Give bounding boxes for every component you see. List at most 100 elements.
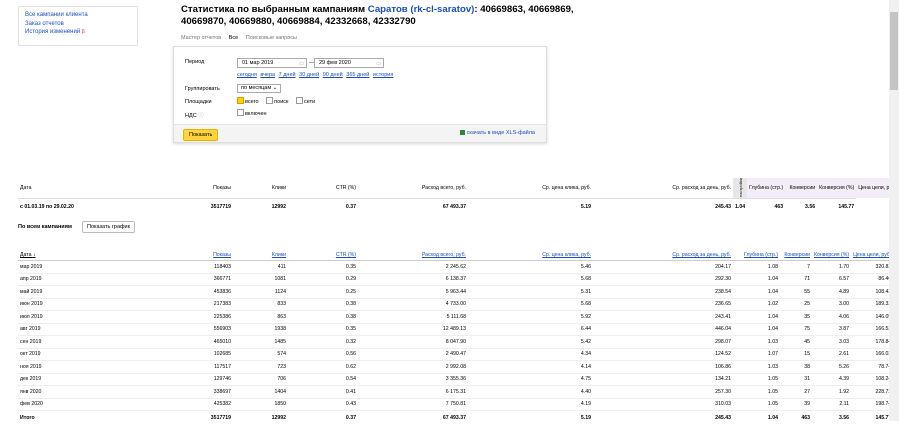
table-cell: 556903	[193, 323, 233, 336]
place-all-checkbox[interactable]: всего	[237, 99, 262, 105]
total-row: Итого3517719129920.3767 493.375.19245.43…	[18, 411, 893, 425]
place-networks-checkbox[interactable]: сети	[296, 99, 318, 105]
table-cell: 310.03	[593, 398, 733, 411]
table-cell: 5.31	[468, 286, 593, 299]
place-search-checkbox[interactable]: поиск	[266, 99, 291, 105]
table-cell: апр 2019	[18, 273, 193, 286]
table-cell: 0.54	[288, 373, 358, 386]
sort-impressions[interactable]: Показы	[193, 250, 233, 261]
sort-clicks[interactable]: Клики	[233, 250, 288, 261]
preset-yesterday[interactable]: вчера	[260, 72, 275, 78]
tab-search-queries[interactable]: Поисковые запросы	[246, 35, 297, 41]
col-conversions: Конверсии	[785, 178, 817, 198]
sort-date[interactable]: Дата ↓	[18, 250, 193, 261]
table-cell: 5.46	[468, 261, 593, 274]
table-cell: 0.38	[288, 298, 358, 311]
table-cell: 0.56	[288, 348, 358, 361]
column-settings-button[interactable]: настройки	[733, 178, 747, 198]
link-all-campaigns[interactable]: Все кампании клиента	[25, 11, 131, 20]
tab-report-master[interactable]: Мастер отчетов	[181, 35, 221, 41]
sort-avg-cpc[interactable]: Ср. цена клика, руб.	[468, 250, 593, 261]
table-cell: 4.34	[468, 348, 593, 361]
table-cell: 5 111.68	[358, 311, 468, 324]
table-cell: 145.77	[851, 411, 893, 425]
table-cell: 6.57	[812, 273, 851, 286]
preset-365-days[interactable]: 365 дней	[346, 72, 369, 78]
summary-cell: 0.37	[288, 198, 358, 215]
xls-download-link[interactable]: скачать в виде XLS-файла	[460, 130, 535, 136]
table-cell: 5.68	[468, 298, 593, 311]
table-cell: 38	[780, 361, 812, 374]
sort-spend[interactable]: Расход всего, руб.	[358, 250, 468, 261]
table-cell: 465010	[193, 336, 233, 349]
table-cell: 3.87	[812, 323, 851, 336]
col-conv-rate: Конверсия (%)	[817, 178, 856, 198]
table-cell: фев 2020	[18, 398, 193, 411]
tab-all[interactable]: Все	[229, 35, 238, 41]
table-cell: 166.03	[851, 348, 893, 361]
col-depth: Глубина (стр.)	[747, 178, 785, 198]
table-cell: 6 138.37	[358, 273, 468, 286]
table-cell: май 2019	[18, 286, 193, 299]
table-cell: 1850	[233, 398, 288, 411]
table-row: май 201945383611240.255 963.445.31238.54…	[18, 286, 893, 299]
preset-30-days[interactable]: 30 дней	[299, 72, 319, 78]
table-cell: 1.04	[733, 273, 780, 286]
table-row: сен 201946501014850.328 047.905.42298.07…	[18, 336, 893, 349]
table-cell: 446.04	[593, 323, 733, 336]
link-order-reports[interactable]: Заказ отчетов	[25, 20, 131, 29]
table-cell: 117517	[193, 361, 233, 374]
beta-badge: β	[82, 29, 85, 35]
table-cell: авг 2019	[18, 323, 193, 336]
places-label: Площадки	[185, 99, 212, 105]
table-cell: 236.65	[593, 298, 733, 311]
calendar-icon[interactable]: ▭	[299, 60, 304, 68]
preset-7-days[interactable]: 7 дней	[279, 72, 296, 78]
table-cell: 320.83	[851, 261, 893, 274]
table-cell: Итого	[18, 411, 193, 425]
group-select[interactable]: по месяцам ⌄	[237, 84, 281, 93]
preset-history[interactable]: история	[373, 72, 393, 78]
summary-table: Дата Показы Клики CTR (%) Расход всего, …	[18, 178, 898, 215]
vat-checkbox[interactable]: включен	[237, 110, 270, 117]
table-cell: 0.35	[288, 261, 358, 274]
table-cell: 4.19	[468, 398, 593, 411]
summary-cell: 3.56	[785, 198, 817, 215]
table-cell: 146.05	[851, 311, 893, 324]
help-icon[interactable]: ⓘ	[198, 113, 204, 119]
table-cell: 1.70	[812, 261, 851, 274]
table-cell: 863	[233, 311, 288, 324]
filter-footer: Показать скачать в виде XLS-файла	[174, 124, 546, 142]
show-graph-button[interactable]: Показать график	[82, 221, 135, 233]
sort-conversions[interactable]: Конверсии	[780, 250, 812, 261]
sort-depth[interactable]: Глубина (стр.)	[733, 250, 780, 261]
table-cell: 5.68	[468, 273, 593, 286]
table-cell: 574	[233, 348, 288, 361]
table-cell: 1.07	[733, 348, 780, 361]
table-row: ноя 20191175177230.622 992.084.14106.861…	[18, 361, 893, 374]
table-cell: 166.52	[851, 323, 893, 336]
col-avg-daily: Ср. расход за день, руб.	[593, 178, 733, 198]
table-cell: 71	[780, 273, 812, 286]
table-cell: 67 493.37	[358, 411, 468, 425]
campaign-link[interactable]: Саратов (rk-cl-saratov)	[368, 4, 475, 15]
stats-header: Дата ↓ Показы Клики CTR (%) Расход всего…	[18, 250, 893, 261]
table-cell: 6.44	[468, 323, 593, 336]
table-cell: 1.03	[733, 336, 780, 349]
date-to-input[interactable]: 29 фев 2020▭	[314, 58, 384, 68]
link-change-history[interactable]: История изменений β	[25, 28, 131, 37]
preset-today[interactable]: сегодня	[237, 72, 257, 78]
sort-conv-rate[interactable]: Конверсия (%)	[812, 250, 851, 261]
sort-goal-cost[interactable]: Цена цели, руб.	[851, 250, 893, 261]
sort-ctr[interactable]: CTR (%)	[288, 250, 358, 261]
table-cell: 3.03	[812, 336, 851, 349]
scrollbar-thumb[interactable]	[890, 12, 898, 90]
preset-90-days[interactable]: 90 дней	[323, 72, 343, 78]
sort-avg-daily[interactable]: Ср. расход за день, руб.	[593, 250, 733, 261]
table-cell: 338697	[193, 386, 233, 399]
date-from-input[interactable]: 01 мар 2019▭	[237, 58, 307, 68]
stats-table: Дата ↓ Показы Клики CTR (%) Расход всего…	[18, 250, 893, 425]
calendar-icon[interactable]: ▭	[376, 60, 381, 68]
scrollbar[interactable]	[889, 0, 899, 421]
show-button[interactable]: Показать	[183, 129, 218, 141]
